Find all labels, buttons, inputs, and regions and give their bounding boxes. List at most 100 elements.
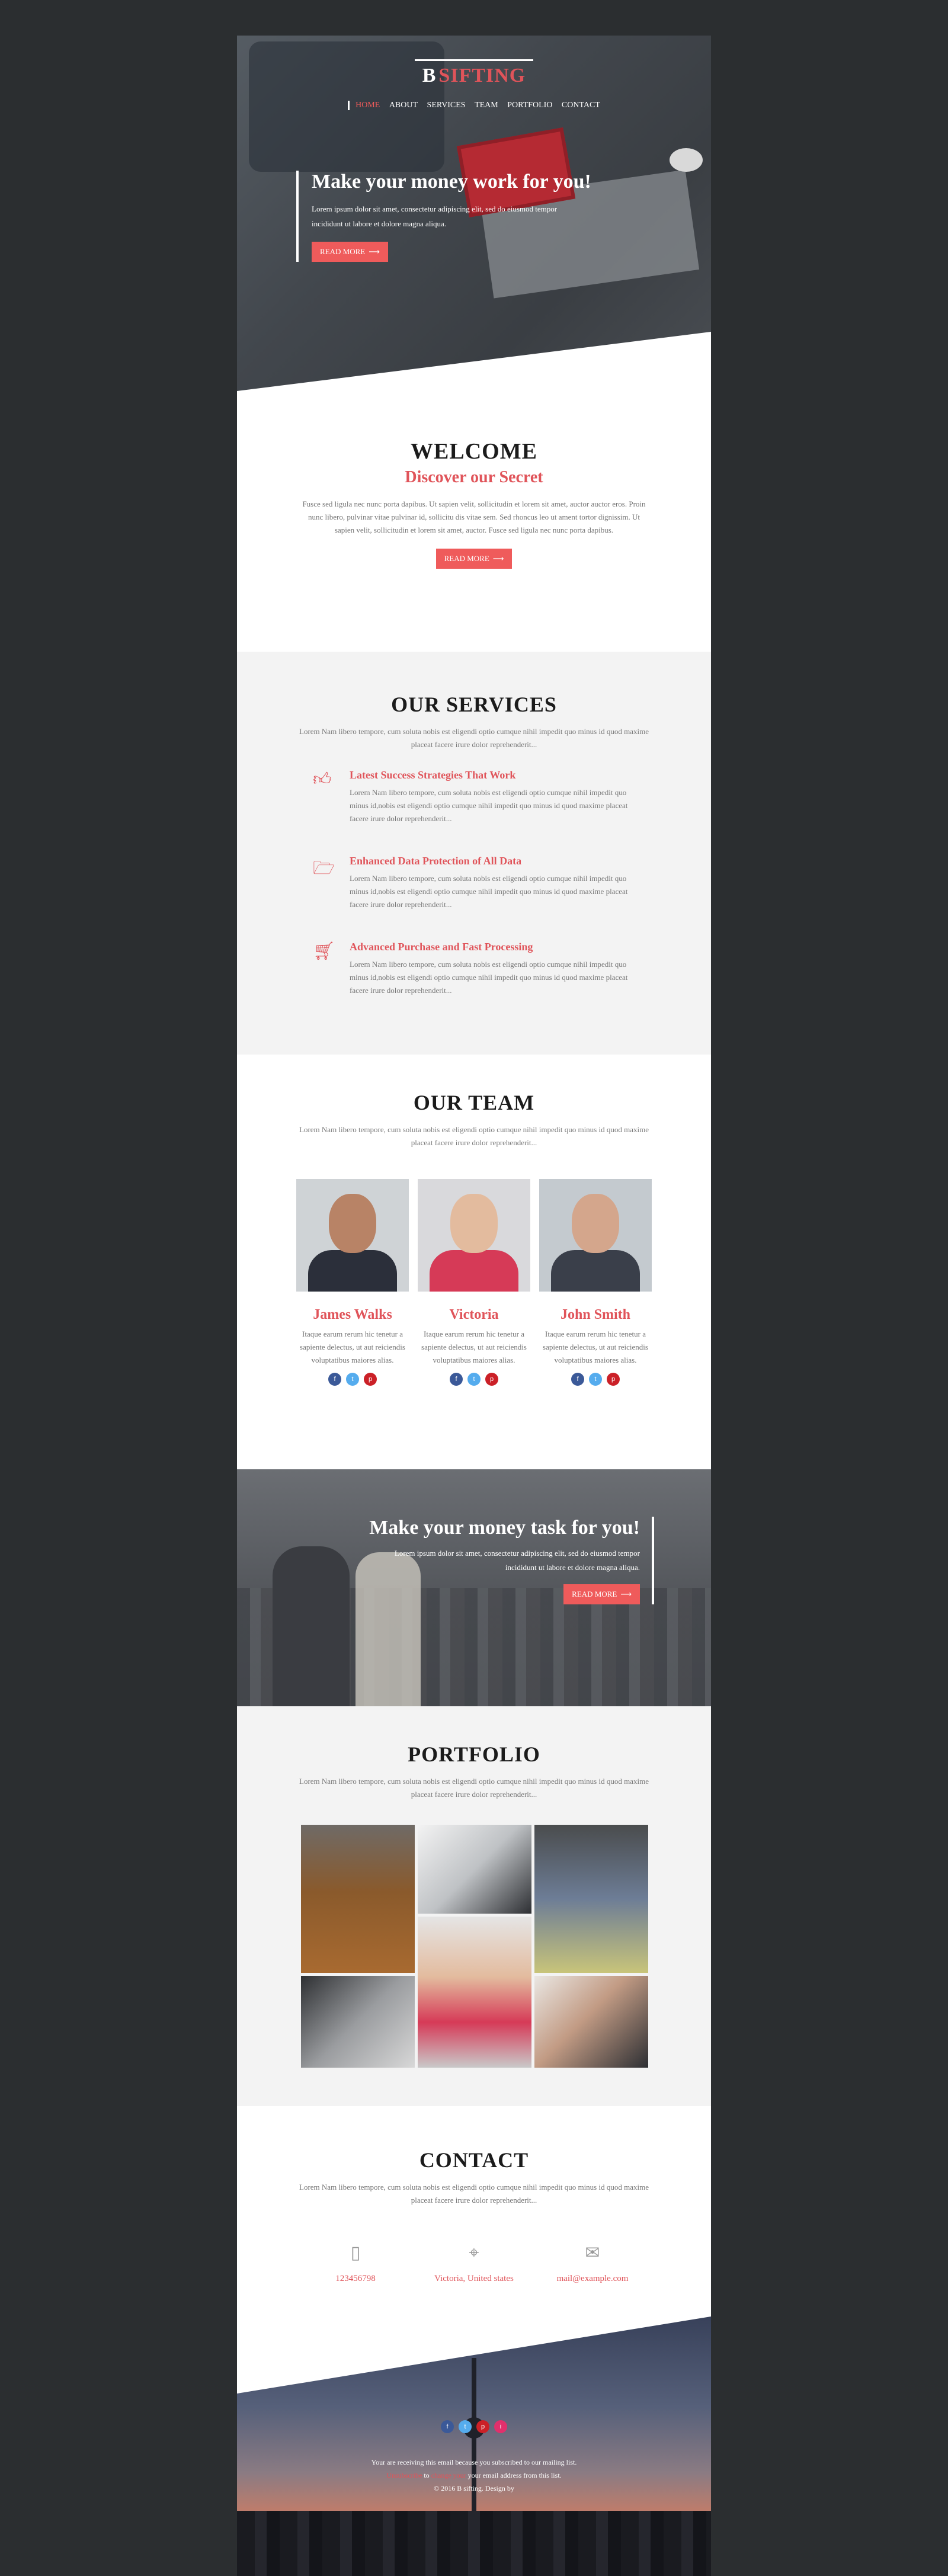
facebook-icon[interactable]: f <box>328 1373 341 1386</box>
portfolio-image-woman[interactable] <box>418 1917 531 2068</box>
member-photo <box>539 1179 652 1292</box>
folder-icon: 🗁 <box>313 858 335 879</box>
pinterest-icon[interactable]: p <box>364 1373 377 1386</box>
team-member: Victoria Itaque earum rerum hic tenetur … <box>418 1179 530 1386</box>
cta-section: Make your money task for you! Lorem ipsu… <box>237 1469 711 1706</box>
nav-portfolio[interactable]: PORTFOLIO <box>507 101 552 110</box>
footer-slant-divider <box>237 2317 711 2394</box>
portfolio-image-laptop[interactable] <box>418 1825 531 1914</box>
pinterest-icon[interactable]: p <box>607 1373 620 1386</box>
envelope-icon: ✉ <box>585 2242 600 2263</box>
welcome-read-more-button[interactable]: READ MORE ⟶ <box>435 549 513 569</box>
member-photo <box>296 1179 409 1292</box>
member-socials: f t p <box>296 1373 409 1386</box>
portfolio-section: PORTFOLIO Lorem Nam libero tempore, cum … <box>237 1706 711 2106</box>
change-address-link[interactable]: change your <box>431 2471 466 2479</box>
nav-team[interactable]: TEAM <box>475 101 498 110</box>
welcome-button-label: READ MORE <box>444 554 489 563</box>
hero-content: Make your money work for you! Lorem ipsu… <box>296 171 591 262</box>
footer-text: Your are receiving this email because yo… <box>237 2456 711 2495</box>
map-pin-icon: ⌖ <box>469 2242 479 2263</box>
team-section: OUR TEAM Lorem Nam libero tempore, cum s… <box>237 1055 711 1469</box>
thumbs-up-icon: 👍︎ <box>313 769 332 790</box>
hero-text: Lorem ipsum dolor sit amet, consectetur … <box>312 204 558 228</box>
service-title[interactable]: Enhanced Data Protection of All Data <box>350 855 645 867</box>
hero-slant-divider <box>237 332 711 391</box>
facebook-icon[interactable]: f <box>441 2420 454 2433</box>
phone-icon: ▯ <box>350 2242 361 2263</box>
hero-button-label: READ MORE <box>320 247 366 256</box>
cta-button-label: READ MORE <box>572 1590 617 1598</box>
footer-line-2-mid: to <box>422 2471 431 2479</box>
service-title[interactable]: Advanced Purchase and Fast Processing <box>350 941 645 953</box>
cta-title: Make your money task for you! <box>369 1517 640 1539</box>
portfolio-title: PORTFOLIO <box>408 1742 540 1766</box>
unsubscribe-link[interactable]: Unsubscribe <box>386 2471 422 2479</box>
member-bio: Itaque earum rerum hic tenetur a sapient… <box>300 1329 405 1364</box>
twitter-icon[interactable]: t <box>589 1373 602 1386</box>
photo-face <box>329 1194 376 1253</box>
nav-contact[interactable]: CONTACT <box>562 101 600 110</box>
member-socials: f t p <box>418 1373 530 1386</box>
facebook-icon[interactable]: f <box>450 1373 463 1386</box>
arrow-right-icon: ⟶ <box>369 248 380 257</box>
cta-read-more-button[interactable]: READ MORE ⟶ <box>563 1584 640 1604</box>
copyright: © 2016 B sifting. Design by <box>434 2484 514 2492</box>
photo-suit <box>551 1250 640 1292</box>
email-address[interactable]: mail@example.com <box>533 2274 652 2284</box>
cta-content: Make your money task for you! Lorem ipsu… <box>369 1517 654 1604</box>
portfolio-image-typing[interactable] <box>534 1976 648 2068</box>
cta-text: Lorem ipsum dolor sit amet, consectetur … <box>394 1549 640 1572</box>
twitter-icon[interactable]: t <box>346 1373 359 1386</box>
pinterest-icon[interactable]: p <box>476 2420 489 2433</box>
member-name: James Walks <box>313 1307 392 1322</box>
team-member: John Smith Itaque earum rerum hic tenetu… <box>539 1179 652 1386</box>
member-name: Victoria <box>449 1307 499 1322</box>
logo-bar <box>415 59 533 61</box>
contact-location: ⌖ Victoria, United states <box>415 2242 533 2284</box>
instagram-icon[interactable]: i <box>494 2420 507 2433</box>
services-intro: Lorem Nam libero tempore, cum soluta nob… <box>299 727 649 749</box>
footer-socials: f t p i <box>237 2420 711 2433</box>
team-member: James Walks Itaque earum rerum hic tenet… <box>296 1179 409 1386</box>
services-title: OUR SERVICES <box>391 693 557 716</box>
photo-face <box>450 1194 498 1253</box>
service-item: 🗁 Enhanced Data Protection of All Data L… <box>313 855 645 911</box>
brand-logo[interactable]: B SIFTING <box>237 59 711 87</box>
portfolio-image-hoodie[interactable] <box>301 1825 415 1973</box>
photo-jacket <box>430 1250 518 1292</box>
cta-background-man <box>273 1546 350 1706</box>
twitter-icon[interactable]: t <box>467 1373 481 1386</box>
nav-home[interactable]: HOME <box>348 101 380 110</box>
phone-number[interactable]: 123456798 <box>296 2274 415 2284</box>
portfolio-image-desk-laptop[interactable] <box>301 1976 415 2068</box>
hero-section: B SIFTING HOME ABOUT SERVICES TEAM PORTF… <box>237 36 711 391</box>
main-nav: HOME ABOUT SERVICES TEAM PORTFOLIO CONTA… <box>237 101 711 110</box>
contact-email: ✉ mail@example.com <box>533 2242 652 2284</box>
arrow-right-icon: ⟶ <box>492 555 504 563</box>
team-title: OUR TEAM <box>413 1091 535 1114</box>
pinterest-icon[interactable]: p <box>485 1373 498 1386</box>
twitter-icon[interactable]: t <box>459 2420 472 2433</box>
location-text[interactable]: Victoria, United states <box>415 2274 533 2284</box>
member-name: John Smith <box>560 1307 631 1322</box>
service-title[interactable]: Latest Success Strategies That Work <box>350 769 645 781</box>
welcome-text: Fusce sed ligula nec nunc porta dapibus.… <box>302 499 646 534</box>
contact-intro: Lorem Nam libero tempore, cum soluta nob… <box>299 2183 649 2205</box>
nav-services[interactable]: SERVICES <box>427 101 466 110</box>
service-text: Lorem Nam libero tempore, cum soluta nob… <box>350 874 628 909</box>
portfolio-image-man-glasses[interactable] <box>534 1825 648 1973</box>
nav-about[interactable]: ABOUT <box>389 101 418 110</box>
service-text: Lorem Nam libero tempore, cum soluta nob… <box>350 788 628 823</box>
contact-title: CONTACT <box>419 2148 529 2172</box>
facebook-icon[interactable]: f <box>571 1373 584 1386</box>
arrow-right-icon: ⟶ <box>620 1590 632 1599</box>
welcome-section: WELCOME Discover our Secret Fusce sed li… <box>237 391 711 652</box>
team-intro: Lorem Nam libero tempore, cum soluta nob… <box>299 1125 649 1147</box>
photo-face <box>572 1194 619 1253</box>
hero-read-more-button[interactable]: READ MORE ⟶ <box>312 242 388 262</box>
photo-suit <box>308 1250 397 1292</box>
footer-city-skyline <box>237 2511 711 2576</box>
email-template: B SIFTING HOME ABOUT SERVICES TEAM PORTF… <box>237 36 711 2576</box>
logo-prefix: B <box>422 65 437 86</box>
